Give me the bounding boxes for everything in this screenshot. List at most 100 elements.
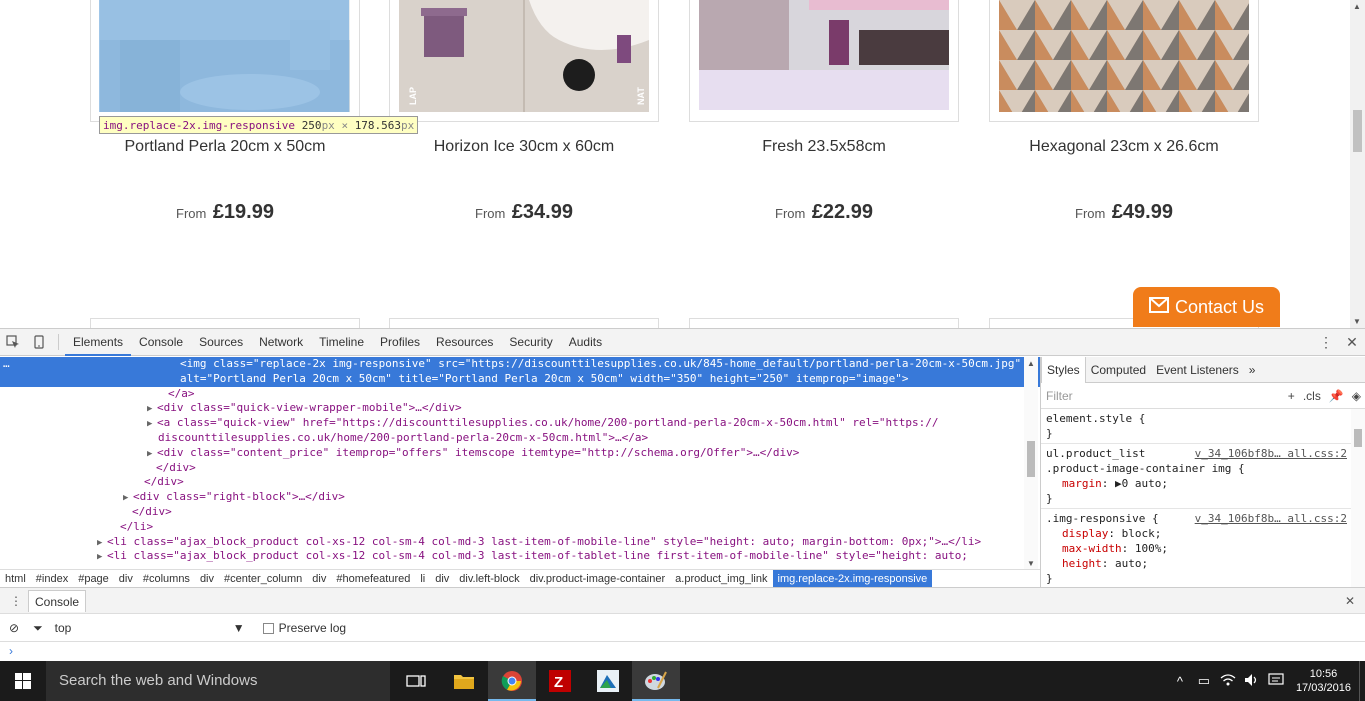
breadcrumb-item[interactable]: #center_column: [219, 570, 307, 588]
filezilla-icon[interactable]: Z: [536, 661, 584, 701]
product-card[interactable]: Fresh 23.5x58cm From £22.99: [689, 0, 989, 270]
scroll-up-arrow-icon[interactable]: ▲: [1027, 359, 1035, 368]
preserve-log-checkbox[interactable]: [262, 622, 274, 634]
close-icon[interactable]: ✕: [1345, 594, 1355, 608]
breadcrumb-item[interactable]: div.product-image-container: [525, 570, 671, 588]
tab-resources[interactable]: Resources: [428, 329, 501, 356]
class-toggle-button[interactable]: .cls: [1303, 389, 1321, 403]
taskbar-clock[interactable]: 10:56 17/03/2016: [1288, 667, 1359, 695]
scroll-down-arrow-icon[interactable]: ▼: [1027, 559, 1035, 568]
expand-triangle-icon[interactable]: ▶: [147, 417, 157, 432]
elements-scrollbar[interactable]: ▲ ▼: [1024, 357, 1038, 570]
dom-node-line[interactable]: ▶ <div class="quick-view-wrapper-mobile">…: [0, 401, 1040, 416]
dom-node-line[interactable]: </div>: [0, 461, 1040, 476]
css-declaration[interactable]: height: auto;: [1046, 556, 1360, 571]
css-declaration[interactable]: max-width: 100%;: [1046, 541, 1360, 556]
tab-security[interactable]: Security: [501, 329, 560, 356]
dom-node-line[interactable]: ▶ <li class="ajax_block_product col-xs-12…: [0, 535, 1040, 550]
paint-icon[interactable]: [632, 661, 680, 701]
product-image[interactable]: [699, 0, 949, 112]
tab-styles[interactable]: Styles: [1041, 356, 1086, 383]
add-rule-icon[interactable]: +: [1288, 389, 1295, 403]
styles-scroll-thumb[interactable]: [1354, 429, 1362, 447]
tab-sources[interactable]: Sources: [191, 329, 251, 356]
action-center-icon[interactable]: [1264, 672, 1288, 690]
product-name[interactable]: Portland Perla 20cm x 50cm: [90, 138, 360, 156]
drawer-tab-console[interactable]: Console: [28, 589, 87, 612]
battery-icon[interactable]: ▭: [1192, 673, 1216, 689]
clear-console-icon[interactable]: ⊘: [9, 621, 19, 635]
start-button[interactable]: [0, 661, 46, 701]
breadcrumb-item[interactable]: div: [307, 570, 331, 588]
breadcrumb-item[interactable]: div: [114, 570, 138, 588]
device-mode-icon[interactable]: [26, 329, 52, 355]
preserve-log-toggle[interactable]: Preserve log: [262, 621, 346, 635]
filter-icon[interactable]: ⏷: [33, 621, 43, 636]
dom-node-line[interactable]: </div>: [0, 505, 1040, 520]
tab-elements[interactable]: Elements: [65, 329, 132, 356]
breadcrumb-item[interactable]: div: [195, 570, 219, 588]
styles-filter-input[interactable]: Filter: [1046, 389, 1073, 403]
css-source-link[interactable]: v_34_106bf8b… all.css:2: [1195, 511, 1347, 526]
wifi-icon[interactable]: [1216, 673, 1240, 690]
close-icon[interactable]: ✕: [1339, 330, 1365, 356]
tab-event-listeners[interactable]: Event Listeners: [1151, 357, 1244, 383]
tab-audits[interactable]: Audits: [561, 329, 610, 356]
page-scrollbar[interactable]: ▲ ▼: [1350, 0, 1365, 328]
show-hidden-icons-icon[interactable]: ^: [1168, 674, 1192, 689]
contact-us-button[interactable]: Contact Us: [1133, 287, 1280, 327]
dom-node-line[interactable]: </a>: [0, 387, 1040, 402]
product-image[interactable]: LAP NAT: [399, 0, 649, 112]
elements-scroll-thumb[interactable]: [1027, 441, 1035, 477]
inspect-element-icon[interactable]: [0, 329, 26, 355]
dom-node-line[interactable]: discounttilesupplies.co.uk/home/200-port…: [0, 431, 1040, 446]
more-tabs-icon[interactable]: »: [1244, 357, 1261, 383]
elements-dom-tree[interactable]: … <img class="replace-2x img-responsive" …: [0, 357, 1040, 570]
product-image[interactable]: [999, 0, 1249, 112]
css-rule[interactable]: .img-responsive {v_34_106bf8b… all.css:2…: [1041, 509, 1365, 589]
tab-console[interactable]: Console: [131, 329, 191, 356]
breadcrumb-item[interactable]: #page: [73, 570, 114, 588]
breadcrumb-item[interactable]: li: [415, 570, 430, 588]
scroll-down-arrow-icon[interactable]: ▼: [1353, 317, 1361, 326]
breadcrumb-item[interactable]: #columns: [138, 570, 195, 588]
product-name[interactable]: Horizon Ice 30cm x 60cm: [389, 138, 659, 156]
color-format-icon[interactable]: ◈: [1352, 389, 1361, 403]
css-source-link[interactable]: v_34_106bf8b… all.css:2: [1195, 446, 1347, 461]
css-rule[interactable]: element.style {}: [1041, 409, 1365, 444]
page-scroll-thumb[interactable]: [1353, 110, 1362, 152]
drawer-menu-icon[interactable]: ⋮: [10, 594, 22, 608]
dom-node-line[interactable]: ▶ <div class="right-block">…</div>: [0, 490, 1040, 505]
product-name[interactable]: Fresh 23.5x58cm: [689, 138, 959, 156]
expand-triangle-icon[interactable]: ▶: [147, 402, 157, 417]
expand-triangle-icon[interactable]: ▶: [97, 536, 107, 551]
dom-node-line[interactable]: ▶ <div class="content_price" itemprop="of…: [0, 446, 1040, 461]
css-declaration[interactable]: display: block;: [1046, 526, 1360, 541]
console-input[interactable]: ›: [0, 643, 1365, 662]
context-select[interactable]: top ▼: [55, 621, 245, 635]
product-card[interactable]: LAP NAT Horizon Ice 30cm x 60cm From £34…: [389, 0, 689, 270]
task-view-icon[interactable]: [392, 661, 440, 701]
breadcrumb-item[interactable]: div.left-block: [454, 570, 524, 588]
breadcrumb-item[interactable]: #homefeatured: [331, 570, 415, 588]
volume-icon[interactable]: [1240, 673, 1264, 690]
dom-node-line[interactable]: ▶ <a class="quick-view" href="https://dis…: [0, 416, 1040, 431]
chrome-icon[interactable]: [488, 661, 536, 701]
tab-timeline[interactable]: Timeline: [311, 329, 372, 356]
tab-profiles[interactable]: Profiles: [372, 329, 428, 356]
breadcrumb-item[interactable]: a.product_img_link: [670, 570, 772, 588]
tab-network[interactable]: Network: [251, 329, 311, 356]
expand-triangle-icon[interactable]: ▶: [123, 491, 133, 506]
taskbar-search-box[interactable]: Search the web and Windows: [46, 661, 390, 701]
scroll-up-arrow-icon[interactable]: ▲: [1353, 2, 1361, 11]
dom-node-line[interactable]: </li>: [0, 520, 1040, 535]
dom-node-line[interactable]: alt="Portland Perla 20cm x 50cm" title="…: [0, 371, 1040, 387]
css-declaration[interactable]: margin: ▶0 auto;: [1046, 476, 1360, 491]
breadcrumb-item[interactable]: #index: [31, 570, 73, 588]
styles-scrollbar[interactable]: [1351, 409, 1365, 587]
expand-triangle-icon[interactable]: ▶: [147, 447, 157, 462]
dom-node-line[interactable]: </div>: [0, 475, 1040, 490]
breadcrumb-item[interactable]: img.replace-2x.img-responsive: [772, 569, 933, 588]
more-options-icon[interactable]: ⋮: [1313, 330, 1339, 356]
breadcrumb-item[interactable]: div: [430, 570, 454, 588]
